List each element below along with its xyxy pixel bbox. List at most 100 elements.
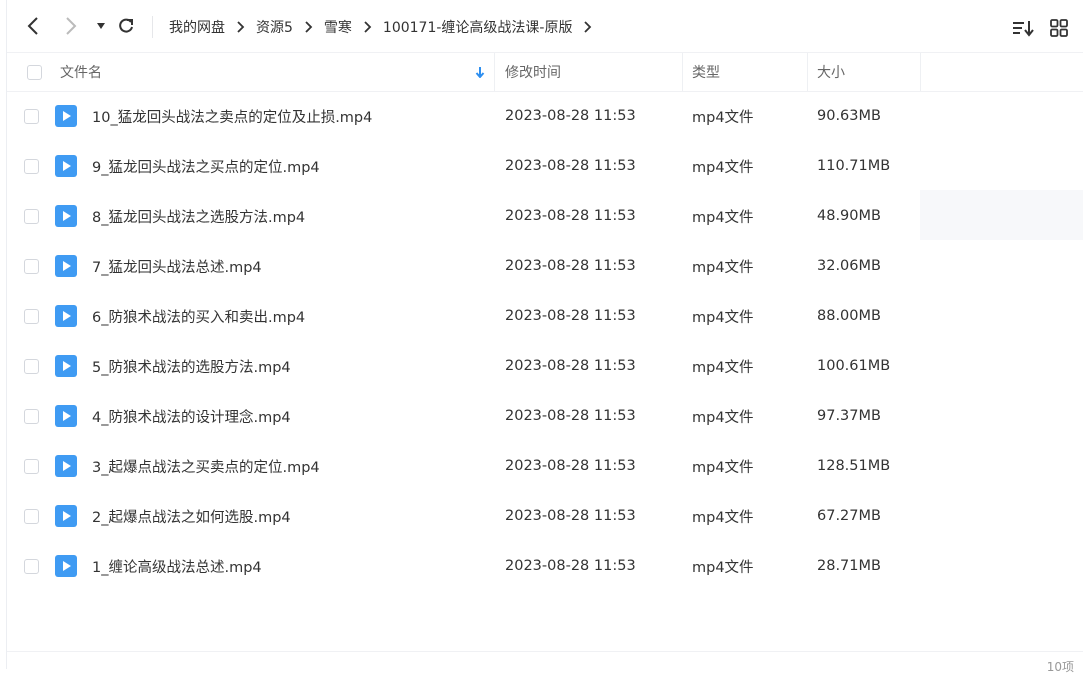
file-modified: 2023-08-28 11:53 <box>505 558 636 574</box>
file-modified: 2023-08-28 11:53 <box>505 408 636 424</box>
file-name[interactable]: 4_防狼术战法的设计理念.mp4 <box>92 391 291 441</box>
file-type: mp4文件 <box>692 259 754 276</box>
file-size: 67.27MB <box>817 508 881 524</box>
row-checkbox[interactable] <box>24 141 39 191</box>
item-count: 10项 <box>1046 660 1074 674</box>
file-modified: 2023-08-28 11:53 <box>505 508 636 524</box>
status-bar: 10项 <box>7 651 1083 674</box>
file-type: mp4文件 <box>692 509 754 526</box>
table-row[interactable]: 1_缠论高级战法总述.mp4 2023-08-28 11:53 mp4文件 28… <box>7 541 1083 591</box>
file-modified: 2023-08-28 11:53 <box>505 158 636 174</box>
file-list-header: 文件名 修改时间 类型 大小 <box>7 53 1083 92</box>
table-row[interactable]: 9_猛龙回头战法之买点的定位.mp4 2023-08-28 11:53 mp4文… <box>7 141 1083 191</box>
arrow-down-icon <box>475 53 485 91</box>
column-divider <box>494 53 495 91</box>
file-name[interactable]: 2_起爆点战法之如何选股.mp4 <box>92 491 291 541</box>
table-row[interactable]: 2_起爆点战法之如何选股.mp4 2023-08-28 11:53 mp4文件 … <box>7 491 1083 541</box>
breadcrumb-item-current[interactable]: 100171-缠论高级战法课-原版 <box>381 17 575 37</box>
table-row[interactable]: 3_起爆点战法之买卖点的定位.mp4 2023-08-28 11:53 mp4文… <box>7 441 1083 491</box>
file-manager-window: 我的网盘 资源5 雪寒 100171-缠论高级战法课-原版 文件名 修改时间 类… <box>6 0 1083 674</box>
breadcrumb: 我的网盘 资源5 雪寒 100171-缠论高级战法课-原版 <box>167 16 601 38</box>
column-divider <box>682 53 683 91</box>
video-file-icon <box>55 391 77 441</box>
table-row[interactable]: 4_防狼术战法的设计理念.mp4 2023-08-28 11:53 mp4文件 … <box>7 391 1083 441</box>
video-file-icon <box>55 141 77 191</box>
file-size: 100.61MB <box>817 358 891 374</box>
file-type: mp4文件 <box>692 559 754 576</box>
row-checkbox[interactable] <box>24 541 39 591</box>
file-modified: 2023-08-28 11:53 <box>505 208 636 224</box>
file-name[interactable]: 8_猛龙回头战法之选股方法.mp4 <box>92 191 305 241</box>
video-file-icon <box>55 491 77 541</box>
file-size: 128.51MB <box>817 458 891 474</box>
chevron-right-icon <box>236 21 245 33</box>
table-row[interactable]: 8_猛龙回头战法之选股方法.mp4 2023-08-28 11:53 mp4文件… <box>7 191 1083 241</box>
select-all-checkbox[interactable] <box>27 53 42 91</box>
file-name[interactable]: 10_猛龙回头战法之卖点的定位及止损.mp4 <box>92 91 372 141</box>
video-file-icon <box>55 541 77 591</box>
chevron-right-icon <box>363 21 372 33</box>
column-modified[interactable]: 修改时间 <box>505 53 561 91</box>
file-size: 48.90MB <box>817 208 881 224</box>
refresh-button[interactable] <box>114 14 138 38</box>
file-modified: 2023-08-28 11:53 <box>505 308 636 324</box>
row-checkbox[interactable] <box>24 441 39 491</box>
caret-down-icon <box>97 23 105 29</box>
column-size[interactable]: 大小 <box>817 53 845 91</box>
file-modified: 2023-08-28 11:53 <box>505 458 636 474</box>
table-row[interactable]: 10_猛龙回头战法之卖点的定位及止损.mp4 2023-08-28 11:53 … <box>7 91 1083 141</box>
column-name[interactable]: 文件名 <box>60 53 102 91</box>
file-name[interactable]: 9_猛龙回头战法之买点的定位.mp4 <box>92 141 320 191</box>
sort-icon <box>1013 21 1034 37</box>
breadcrumb-item[interactable]: 资源5 <box>254 17 295 37</box>
table-row[interactable]: 7_猛龙回头战法总述.mp4 2023-08-28 11:53 mp4文件 32… <box>7 241 1083 291</box>
grid-view-button[interactable] <box>1047 16 1071 40</box>
file-size: 32.06MB <box>817 258 881 274</box>
column-divider <box>807 53 808 91</box>
sort-button[interactable] <box>1011 16 1035 40</box>
file-size: 90.63MB <box>817 108 881 124</box>
file-modified: 2023-08-28 11:53 <box>505 358 636 374</box>
file-size: 97.37MB <box>817 408 881 424</box>
back-button[interactable] <box>21 14 45 38</box>
chevron-right-icon <box>66 17 77 35</box>
toolbar: 我的网盘 资源5 雪寒 100171-缠论高级战法课-原版 <box>7 0 1083 53</box>
row-checkbox[interactable] <box>24 241 39 291</box>
file-name[interactable]: 1_缠论高级战法总述.mp4 <box>92 541 262 591</box>
file-name[interactable]: 6_防狼术战法的买入和卖出.mp4 <box>92 291 305 341</box>
video-file-icon <box>55 191 77 241</box>
row-checkbox[interactable] <box>24 191 39 241</box>
file-type: mp4文件 <box>692 359 754 376</box>
row-checkbox[interactable] <box>24 91 39 141</box>
row-checkbox[interactable] <box>24 491 39 541</box>
refresh-icon <box>119 18 133 33</box>
file-type: mp4文件 <box>692 459 754 476</box>
row-checkbox[interactable] <box>24 341 39 391</box>
file-name[interactable]: 3_起爆点战法之买卖点的定位.mp4 <box>92 441 320 491</box>
file-size: 88.00MB <box>817 308 881 324</box>
file-name[interactable]: 7_猛龙回头战法总述.mp4 <box>92 241 262 291</box>
file-type: mp4文件 <box>692 309 754 326</box>
file-modified: 2023-08-28 11:53 <box>505 258 636 274</box>
row-checkbox[interactable] <box>24 291 39 341</box>
video-file-icon <box>55 441 77 491</box>
file-size: 110.71MB <box>817 158 891 174</box>
breadcrumb-item[interactable]: 我的网盘 <box>167 17 227 37</box>
breadcrumb-item[interactable]: 雪寒 <box>322 17 354 37</box>
file-size: 28.71MB <box>817 558 881 574</box>
file-type: mp4文件 <box>692 209 754 226</box>
file-type: mp4文件 <box>692 409 754 426</box>
column-divider <box>920 53 921 91</box>
row-checkbox[interactable] <box>24 391 39 441</box>
forward-button[interactable] <box>59 14 83 38</box>
grid-view-icon <box>1050 19 1068 37</box>
file-type: mp4文件 <box>692 109 754 126</box>
column-type[interactable]: 类型 <box>692 53 720 91</box>
file-name[interactable]: 5_防狼术战法的选股方法.mp4 <box>92 341 291 391</box>
table-row[interactable]: 5_防狼术战法的选股方法.mp4 2023-08-28 11:53 mp4文件 … <box>7 341 1083 391</box>
video-file-icon <box>55 291 77 341</box>
table-row[interactable]: 6_防狼术战法的买入和卖出.mp4 2023-08-28 11:53 mp4文件… <box>7 291 1083 341</box>
chevron-left-icon <box>27 17 38 35</box>
history-dropdown-button[interactable] <box>89 14 113 38</box>
video-file-icon <box>55 241 77 291</box>
